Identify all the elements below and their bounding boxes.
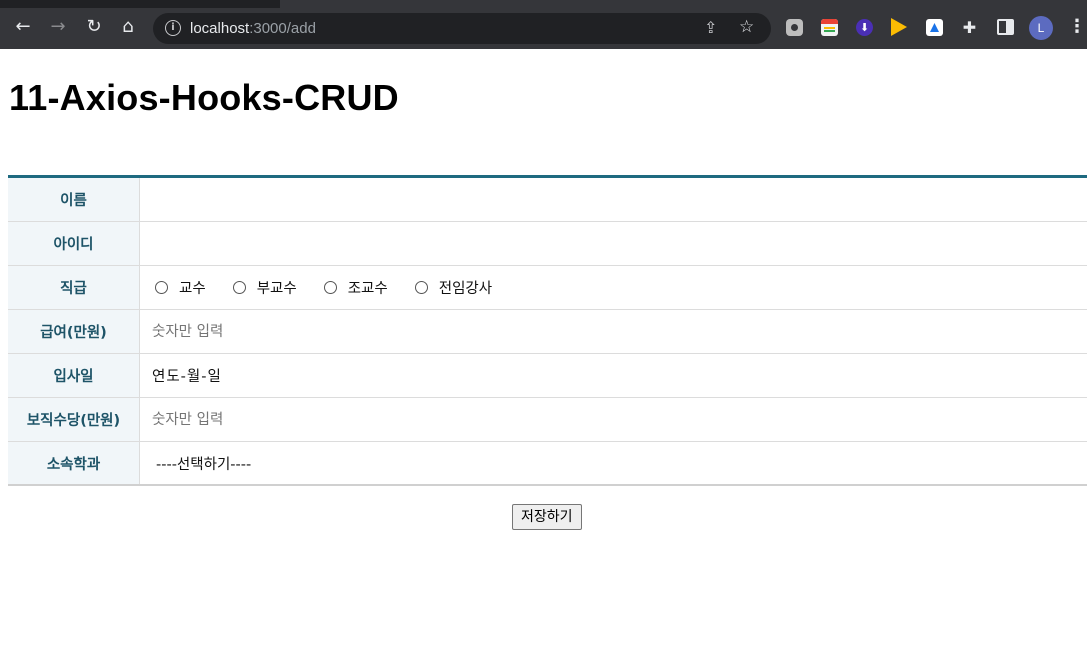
- hiredate-cell: 연도-월-일: [140, 354, 1087, 397]
- reload-icon[interactable]: ↻: [83, 16, 105, 38]
- salary-cell: [140, 310, 1087, 353]
- download-extension-icon[interactable]: [856, 19, 873, 36]
- dept-label: 소속학과: [8, 442, 140, 484]
- form-row-salary: 급여(만원): [8, 310, 1087, 354]
- star-icon[interactable]: ☆: [739, 17, 754, 37]
- url-host: localhost: [190, 20, 250, 37]
- position-option-professor[interactable]: 교수: [152, 277, 206, 298]
- form-row-name: 이름: [8, 178, 1087, 222]
- salary-input[interactable]: [152, 310, 1087, 353]
- side-panel-icon[interactable]: [997, 19, 1014, 35]
- form-row-dept: 소속학과 ----선택하기----: [8, 442, 1087, 486]
- allowance-input[interactable]: [152, 398, 1087, 441]
- puzzle-icon[interactable]: ✚: [961, 19, 978, 36]
- dept-cell: ----선택하기----: [140, 442, 1087, 484]
- avatar[interactable]: L: [1029, 16, 1053, 40]
- id-input[interactable]: [152, 222, 1087, 265]
- add-professor-form: 이름 아이디 직급 교수 부교수 조교수 전임강사 급여(만원) 숫자만 입력 …: [8, 175, 1087, 486]
- position-option-lecturer[interactable]: 전임강사: [412, 277, 492, 298]
- salary-label: 급여(만원): [8, 310, 140, 353]
- tab-strip: [0, 0, 1087, 8]
- url-path: :3000/add: [249, 20, 316, 37]
- position-cell: 교수 부교수 조교수 전임강사: [140, 266, 1087, 309]
- hiredate-label: 입사일: [8, 354, 140, 397]
- kebab-menu-icon[interactable]: ⋮: [1068, 16, 1086, 38]
- radio-circle-icon[interactable]: [414, 281, 428, 294]
- position-option-label: 부교수: [256, 281, 297, 297]
- home-icon[interactable]: ⌂: [117, 16, 139, 38]
- page-title: 11-Axios-Hooks-CRUD: [9, 77, 399, 118]
- info-icon[interactable]: i: [165, 20, 181, 36]
- name-input[interactable]: [152, 178, 1087, 221]
- position-option-label: 전임강사: [438, 281, 493, 297]
- forward-arrow-icon[interactable]: →: [47, 16, 69, 38]
- url-text[interactable]: localhost:3000/add: [190, 19, 316, 38]
- radio-circle-icon[interactable]: [323, 281, 337, 294]
- radio-circle-icon[interactable]: [232, 281, 246, 294]
- page-content: 11-Axios-Hooks-CRUD 이름 아이디 직급 교수 부교수 조교수…: [0, 49, 1087, 655]
- dept-select[interactable]: ----선택하기----: [152, 453, 251, 474]
- id-label: 아이디: [8, 222, 140, 265]
- form-row-hiredate: 입사일 연도-월-일: [8, 354, 1087, 398]
- position-option-label: 교수: [179, 281, 206, 297]
- id-cell: [140, 222, 1087, 265]
- camera-extension-icon[interactable]: [786, 19, 803, 36]
- radio-circle-icon[interactable]: [155, 281, 168, 294]
- allowance-cell: [140, 398, 1087, 441]
- hiredate-input[interactable]: 연도-월-일: [152, 365, 222, 386]
- allowance-label: 보직수당(만원): [8, 398, 140, 441]
- name-cell: [140, 178, 1087, 221]
- share-icon[interactable]: ⇪: [704, 18, 717, 37]
- form-row-allowance: 보직수당(만원): [8, 398, 1087, 442]
- position-label: 직급: [8, 266, 140, 309]
- doc-extension-icon[interactable]: [926, 19, 943, 36]
- browser-toolbar: ← → ↻ ⌂ i localhost:3000/add ⇪ ☆ ✚ L ⋮: [0, 0, 1087, 49]
- active-tab[interactable]: [280, 0, 1087, 8]
- back-arrow-icon[interactable]: ←: [12, 16, 34, 38]
- address-bar[interactable]: i localhost:3000/add ⇪ ☆: [153, 13, 771, 44]
- play-extension-icon[interactable]: [891, 18, 907, 36]
- save-button[interactable]: 저장하기: [512, 504, 582, 530]
- position-option-associate[interactable]: 부교수: [230, 277, 297, 298]
- position-option-assistant[interactable]: 조교수: [321, 277, 388, 298]
- save-button-wrap: 저장하기: [512, 504, 582, 530]
- position-option-label: 조교수: [347, 281, 388, 297]
- form-row-position: 직급 교수 부교수 조교수 전임강사: [8, 266, 1087, 310]
- form-row-id: 아이디: [8, 222, 1087, 266]
- calendar-extension-icon[interactable]: [821, 19, 838, 36]
- name-label: 이름: [8, 178, 140, 221]
